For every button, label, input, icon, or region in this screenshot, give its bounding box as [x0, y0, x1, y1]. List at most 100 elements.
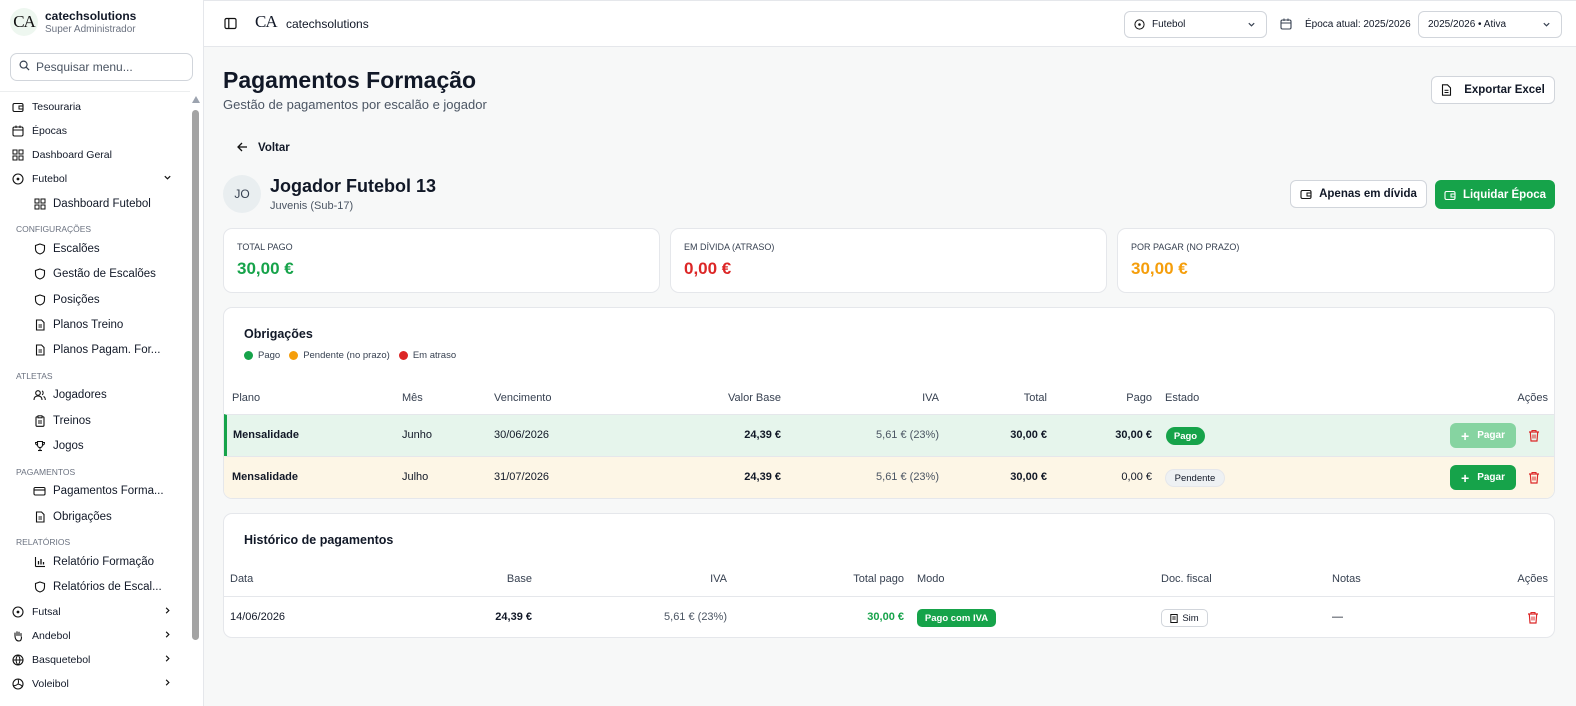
brand-name: catechsolutions — [45, 9, 137, 23]
sidebar-item-voleibol[interactable]: Voleibol — [0, 672, 190, 696]
sidebar-item-dashboard-futebol[interactable]: Dashboard Futebol — [0, 191, 190, 216]
history-title: Histórico de pagamentos — [244, 533, 394, 547]
page-subtitle: Gestão de pagamentos por escalão e jogad… — [223, 97, 487, 112]
sidebar-item-label: Dashboard Futebol — [53, 197, 151, 210]
sidebar-brand[interactable]: CA catechsolutions Super Administrador — [0, 0, 203, 44]
sidebar-item-treinos[interactable]: Treinos — [0, 408, 190, 433]
sidebar-item-futsal[interactable]: Futsal — [0, 600, 190, 624]
table-row: Mensalidade Julho 31/07/2026 24,39 € 5,6… — [224, 456, 1554, 498]
sidebar-item-andebol[interactable]: Andebol — [0, 624, 190, 648]
sidebar-item-epocas[interactable]: Épocas — [0, 119, 190, 143]
back-button[interactable]: Voltar — [237, 140, 290, 155]
cell-iva: 5,61 € (23%) — [876, 471, 939, 483]
cell-total-pago: 30,00 € — [867, 611, 904, 623]
sidebar-item-label: Treinos — [53, 414, 91, 427]
grid-icon — [11, 149, 24, 162]
cell-pago: 0,00 € — [1121, 471, 1152, 483]
cell-mes: Julho — [402, 471, 429, 483]
sidebar-item-label: Futsal — [32, 605, 61, 618]
sidebar-toggle-icon[interactable] — [224, 17, 237, 33]
pay-label: Pagar — [1477, 430, 1505, 441]
wallet-icon — [1444, 189, 1456, 201]
sidebar-item-posicoes[interactable]: Posições — [0, 287, 190, 312]
shield-icon — [33, 581, 46, 594]
wallet-icon — [11, 101, 24, 114]
search-input[interactable] — [36, 60, 186, 74]
sidebar-item-gestao-escaloes[interactable]: Gestão de Escalões — [0, 262, 190, 287]
trash-icon[interactable] — [1527, 611, 1539, 627]
stat-label: TOTAL PAGO — [237, 242, 293, 252]
cell-iva: 5,61 € (23%) — [664, 611, 727, 623]
menu-search[interactable] — [10, 53, 193, 81]
legend-dot — [398, 351, 408, 360]
sidebar-item-pagamentos-formacao[interactable]: Pagamentos Forma... — [0, 479, 190, 504]
status-badge: Pago — [1166, 427, 1205, 445]
chevron-right-icon — [163, 630, 172, 642]
season-select[interactable]: 2025/2026 • Ativa — [1418, 11, 1562, 38]
sidebar-item-jogos[interactable]: Jogos — [0, 433, 190, 458]
users-icon — [33, 389, 46, 402]
cell-total: 30,00 € — [1010, 471, 1047, 483]
legend-dot — [244, 351, 253, 360]
cell-total: 30,00 € — [1010, 429, 1047, 441]
sidebar-nav: Tesouraria Épocas Dashboard Geral Futebo… — [0, 91, 190, 696]
sidebar-item-relatorio-formacao[interactable]: Relatório Formação — [0, 549, 190, 574]
trophy-icon — [33, 440, 46, 453]
cell-iva: 5,61 € (23%) — [876, 429, 939, 441]
debt-only-button[interactable]: Apenas em dívida — [1290, 180, 1427, 208]
sport-select[interactable]: Futebol — [1124, 11, 1267, 38]
sidebar-item-label: Jogadores — [53, 389, 107, 402]
sidebar-item-label: Andebol — [32, 629, 71, 642]
pay-button[interactable]: + Pagar — [1450, 465, 1516, 490]
settle-season-label: Liquidar Época — [1462, 188, 1547, 201]
sidebar-item-basquetebol[interactable]: Basquetebol — [0, 648, 190, 672]
sidebar-item-planos-treino[interactable]: Planos Treino — [0, 312, 190, 337]
document-icon — [33, 344, 46, 357]
current-season: Época atual: 2025/2026 — [1280, 18, 1411, 30]
sidebar-item-relatorios-escaloes[interactable]: Relatórios de Escal... — [0, 575, 190, 600]
sidebar-item-label: Gestão de Escalões — [53, 268, 156, 281]
trash-icon[interactable] — [1528, 429, 1540, 445]
cell-plano: Mensalidade — [232, 471, 299, 483]
cell-valor-base: 24,39 € — [744, 471, 781, 483]
clipboard-icon — [33, 414, 46, 427]
sidebar-item-planos-pagam[interactable]: Planos Pagam. For... — [0, 337, 190, 362]
sidebar-item-escaloes[interactable]: Escalões — [0, 236, 190, 261]
cell-base: 24,39 € — [495, 611, 532, 623]
sidebar-item-futebol[interactable]: Futebol — [0, 167, 190, 191]
obligations-title: Obrigações — [244, 327, 313, 341]
back-label: Voltar — [258, 141, 290, 154]
page-title: Pagamentos Formação — [223, 67, 477, 93]
chevron-right-icon — [163, 678, 172, 690]
search-icon — [19, 60, 30, 74]
chevron-right-icon — [163, 654, 172, 666]
cell-pago: 30,00 € — [1115, 429, 1152, 441]
fiscal-doc-value: Sim — [1182, 612, 1199, 624]
sidebar-item-label: Escalões — [53, 242, 100, 255]
sidebar-scrollbar[interactable] — [191, 96, 200, 700]
export-excel-button[interactable]: Exportar Excel — [1431, 76, 1555, 104]
header-logo: CA — [255, 12, 278, 31]
season-select-value: 2025/2026 • Ativa — [1428, 19, 1507, 30]
main-content: Pagamentos Formação Gestão de pagamentos… — [204, 47, 1576, 706]
sidebar-item-jogadores[interactable]: Jogadores — [0, 383, 190, 408]
plus-icon: + — [1461, 469, 1470, 486]
scroll-up-arrow[interactable] — [192, 96, 200, 103]
sidebar-item-label: Relatório Formação — [53, 555, 154, 568]
sidebar-item-obrigacoes[interactable]: Obrigações — [0, 504, 190, 529]
sidebar-item-dashboard-geral[interactable]: Dashboard Geral — [0, 143, 190, 167]
chevron-right-icon — [163, 606, 172, 618]
sport-select-value: Futebol — [1152, 19, 1186, 30]
col-total: Total — [1023, 392, 1047, 404]
scroll-thumb[interactable] — [192, 110, 199, 640]
sidebar-item-label: Planos Treino — [53, 318, 124, 331]
sidebar-item-tesouraria[interactable]: Tesouraria — [0, 95, 190, 119]
payment-mode-badge: Pago com IVA — [917, 609, 996, 627]
pay-button-disabled[interactable]: + Pagar — [1450, 423, 1516, 448]
settle-season-button[interactable]: Liquidar Época — [1435, 180, 1555, 209]
sidebar-item-label: Pagamentos Forma... — [53, 485, 164, 498]
stat-card-total-pago: TOTAL PAGO 30,00 € — [223, 228, 660, 293]
current-season-label: Época atual: 2025/2026 — [1305, 18, 1411, 30]
trash-icon[interactable] — [1528, 471, 1540, 487]
shield-icon — [33, 242, 46, 255]
